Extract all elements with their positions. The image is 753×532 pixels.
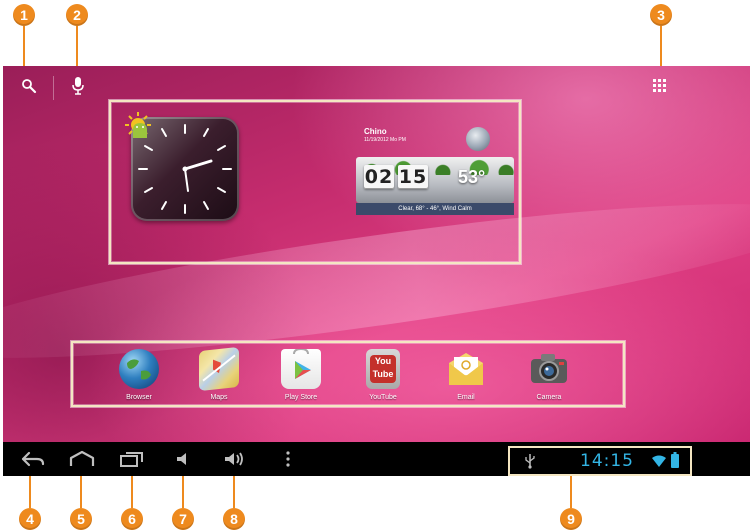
weather-condition: Clear, 68° - 46°, Wind Calm bbox=[356, 203, 514, 215]
flip-clock-hour: 02 bbox=[364, 165, 394, 189]
home-button[interactable] bbox=[67, 446, 97, 472]
app-label-youtube: YouTube bbox=[369, 394, 397, 401]
flip-clock: 02 15 bbox=[364, 165, 428, 189]
youtube-icon: You Tube bbox=[366, 349, 400, 389]
email-icon bbox=[446, 349, 486, 389]
callout-7: 7 bbox=[172, 508, 194, 530]
play-store-icon bbox=[281, 349, 321, 389]
globe-icon bbox=[119, 349, 159, 389]
volume-up-icon bbox=[225, 452, 243, 466]
app-label-camera: Camera bbox=[536, 394, 562, 401]
back-button[interactable] bbox=[17, 446, 47, 472]
home-icon bbox=[69, 450, 95, 466]
callout-5: 5 bbox=[70, 508, 92, 530]
flip-clock-minute: 15 bbox=[398, 165, 428, 189]
overflow-menu-icon bbox=[286, 451, 290, 467]
weather-clock-widget[interactable]: Chino 11/19/2012 Mo PM 02 15 53° Clear, … bbox=[356, 127, 516, 222]
app-email[interactable]: Email bbox=[436, 349, 496, 401]
widgets-area: Chino 11/19/2012 Mo PM 02 15 53° Clear, … bbox=[109, 100, 521, 264]
app-label-maps: Maps bbox=[210, 394, 228, 401]
weather-date: 11/19/2012 Mo PM bbox=[364, 137, 406, 143]
app-browser[interactable]: Browser bbox=[109, 349, 169, 401]
app-camera[interactable]: Camera bbox=[519, 349, 579, 401]
callout-9-leader bbox=[570, 474, 572, 508]
callout-3-leader bbox=[660, 26, 662, 66]
recent-apps-icon bbox=[120, 452, 143, 467]
favorites-tray: Browser Maps Play Store You Tube YouTube… bbox=[71, 341, 625, 407]
callout-6: 6 bbox=[121, 508, 143, 530]
wifi-icon bbox=[652, 454, 666, 467]
top-bar-divider bbox=[53, 76, 54, 100]
recent-apps-button[interactable] bbox=[117, 446, 147, 472]
status-area[interactable]: 14:15 bbox=[508, 446, 692, 476]
callout-2-leader bbox=[76, 26, 78, 66]
callout-1-leader bbox=[23, 26, 25, 66]
callout-2: 2 bbox=[66, 4, 88, 26]
app-play-store[interactable]: Play Store bbox=[271, 349, 331, 401]
apps-grid-icon[interactable] bbox=[653, 79, 667, 93]
status-clock: 14:15 bbox=[580, 451, 634, 471]
callout-6-leader bbox=[131, 476, 133, 508]
moon-icon bbox=[466, 127, 490, 151]
volume-down-button[interactable] bbox=[169, 446, 199, 472]
callout-8-leader bbox=[233, 476, 235, 508]
weather-city: Chino bbox=[364, 127, 387, 136]
menu-button[interactable] bbox=[273, 446, 303, 472]
youtube-logo: You Tube bbox=[370, 355, 396, 383]
callout-7-leader bbox=[182, 476, 184, 508]
voice-search-icon[interactable] bbox=[71, 76, 85, 96]
usb-icon bbox=[524, 453, 536, 469]
app-label-email: Email bbox=[457, 394, 475, 401]
app-label-play-store: Play Store bbox=[284, 394, 318, 401]
home-screen: Chino 11/19/2012 Mo PM 02 15 53° Clear, … bbox=[3, 66, 750, 476]
callout-3: 3 bbox=[650, 4, 672, 26]
app-maps[interactable]: Maps bbox=[189, 346, 249, 401]
search-icon[interactable] bbox=[21, 78, 37, 94]
android-robot-icon bbox=[123, 110, 153, 140]
callout-4: 4 bbox=[19, 508, 41, 530]
callout-9: 9 bbox=[560, 508, 582, 530]
map-icon bbox=[199, 346, 239, 392]
volume-down-icon bbox=[177, 453, 186, 465]
callout-5-leader bbox=[80, 476, 82, 508]
camera-icon bbox=[529, 349, 569, 389]
back-arrow-icon bbox=[21, 451, 45, 467]
callout-8: 8 bbox=[223, 508, 245, 530]
volume-up-button[interactable] bbox=[219, 446, 249, 472]
app-youtube[interactable]: You Tube YouTube bbox=[353, 349, 413, 401]
battery-icon bbox=[671, 452, 679, 468]
weather-temperature: 53° bbox=[458, 167, 486, 187]
weather-panel: 02 15 53° bbox=[356, 157, 514, 203]
callout-4-leader bbox=[29, 476, 31, 508]
app-label-browser: Browser bbox=[126, 394, 152, 401]
callout-1: 1 bbox=[13, 4, 35, 26]
